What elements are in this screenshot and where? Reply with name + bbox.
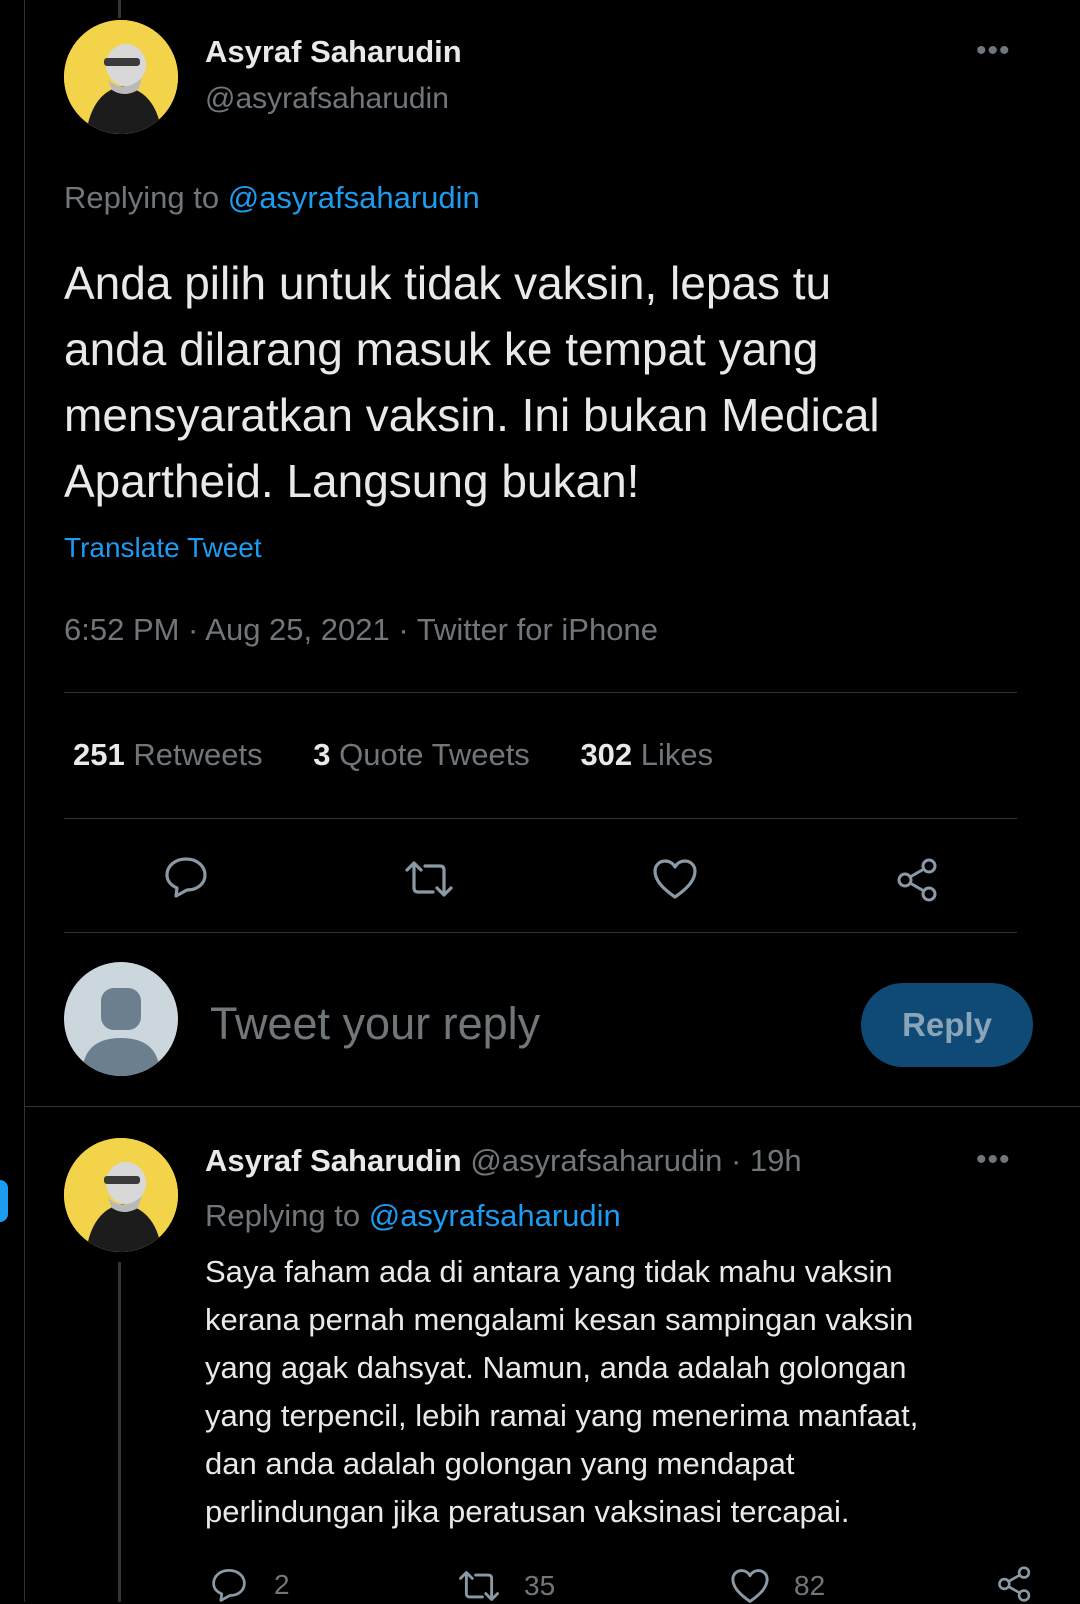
share-icon[interactable] — [995, 1566, 1035, 1602]
reply-icon[interactable] — [164, 856, 208, 898]
tweet-text-line: mensyaratkan vaksin. Ini bukan Medical — [64, 389, 880, 441]
quote-tweets-stat[interactable]: 3 Quote Tweets — [313, 737, 538, 772]
reply-text: Saya faham ada di antara yang tidak mahu… — [205, 1248, 918, 1536]
tweet-text-line: Apartheid. Langsung bukan! — [64, 455, 640, 507]
reply-author-name[interactable]: Asyraf Saharudin — [205, 1143, 462, 1178]
replying-to-handle[interactable]: @asyrafsaharudin — [369, 1198, 621, 1233]
left-border — [24, 0, 25, 1602]
reply-text-line: dan anda adalah golongan yang mendapat — [205, 1446, 795, 1481]
divider — [64, 692, 1017, 693]
likes-label: Likes — [640, 737, 714, 772]
reply-input[interactable]: Tweet your reply — [210, 998, 540, 1050]
reply-text-line: yang terpencil, lebih ramai yang menerim… — [205, 1398, 919, 1433]
avatar[interactable] — [64, 20, 178, 134]
tweet-timestamp[interactable]: 6:52 PM · Aug 25, 2021 · Twitter for iPh… — [64, 612, 658, 648]
more-options-icon[interactable]: ••• — [976, 34, 1011, 68]
thread-line-bottom — [118, 1262, 121, 1602]
blue-indicator — [0, 1180, 8, 1222]
quote-tweets-count: 3 — [313, 737, 331, 772]
avatar-photo-icon — [64, 1138, 178, 1252]
translate-tweet-link[interactable]: Translate Tweet — [64, 532, 262, 564]
reply-text-line: Saya faham ada di antara yang tidak mahu… — [205, 1254, 893, 1289]
divider — [25, 1106, 1080, 1107]
like-icon — [730, 1568, 770, 1604]
default-avatar-icon — [82, 988, 160, 1076]
tweet-stats: 251 Retweets 3 Quote Tweets 302 Likes — [73, 737, 713, 773]
quote-tweets-label: Quote Tweets — [339, 737, 530, 772]
reply-text-line: kerana pernah mengalami kesan sampingan … — [205, 1302, 914, 1337]
likes-stat[interactable]: 302 Likes — [580, 737, 713, 772]
likes-count: 302 — [580, 737, 633, 772]
retweet-icon — [456, 1570, 502, 1602]
divider — [64, 818, 1017, 819]
retweet-count: 35 — [524, 1570, 556, 1601]
tweet-text-line: Anda pilih untuk tidak vaksin, lepas tu — [64, 257, 832, 309]
reply-time[interactable]: · 19h — [731, 1143, 802, 1178]
divider — [64, 932, 1017, 933]
author-handle[interactable]: @asyrafsaharudin — [205, 82, 449, 116]
thread-line-top — [118, 0, 121, 18]
reply-text-line: yang agak dahsyat. Namun, anda adalah go… — [205, 1350, 907, 1385]
author-name[interactable]: Asyraf Saharudin — [205, 34, 462, 70]
reply-replying-to-line: Replying to @asyrafsaharudin — [205, 1198, 621, 1234]
reply-header: Asyraf Saharudin @asyrafsaharudin · 19h — [205, 1143, 802, 1179]
retweet-count-action[interactable]: 35 — [456, 1570, 555, 1602]
tweet-text: Anda pilih untuk tidak vaksin, lepas tu … — [64, 250, 880, 514]
user-avatar[interactable] — [64, 962, 178, 1076]
reply-more-options-icon[interactable]: ••• — [976, 1143, 1011, 1177]
avatar-photo-icon — [64, 20, 178, 134]
reply-count-action[interactable]: 2 — [210, 1568, 290, 1602]
reply-button[interactable]: Reply — [861, 983, 1033, 1067]
like-icon[interactable] — [652, 858, 698, 900]
reply-icon — [210, 1568, 248, 1602]
replying-to-label: Replying to — [205, 1198, 361, 1233]
replying-to-line: Replying to @asyrafsaharudin — [64, 180, 480, 216]
tweet-text-line: anda dilarang masuk ke tempat yang — [64, 323, 819, 375]
reply-author-handle[interactable]: @asyrafsaharudin — [470, 1143, 722, 1178]
replying-to-label: Replying to — [64, 180, 220, 215]
like-count-action[interactable]: 82 — [730, 1568, 825, 1604]
reply-text-line: perlindungan jika peratusan vaksinasi te… — [205, 1494, 850, 1529]
retweets-stat[interactable]: 251 Retweets — [73, 737, 271, 772]
replying-to-handle[interactable]: @asyrafsaharudin — [228, 180, 480, 215]
like-count: 82 — [794, 1570, 826, 1601]
share-icon[interactable] — [895, 858, 941, 902]
retweets-count: 251 — [73, 737, 125, 772]
retweet-icon[interactable] — [403, 860, 455, 898]
retweets-label: Retweets — [133, 737, 263, 772]
reply-count: 2 — [274, 1569, 290, 1600]
reply-author-avatar[interactable] — [64, 1138, 178, 1252]
